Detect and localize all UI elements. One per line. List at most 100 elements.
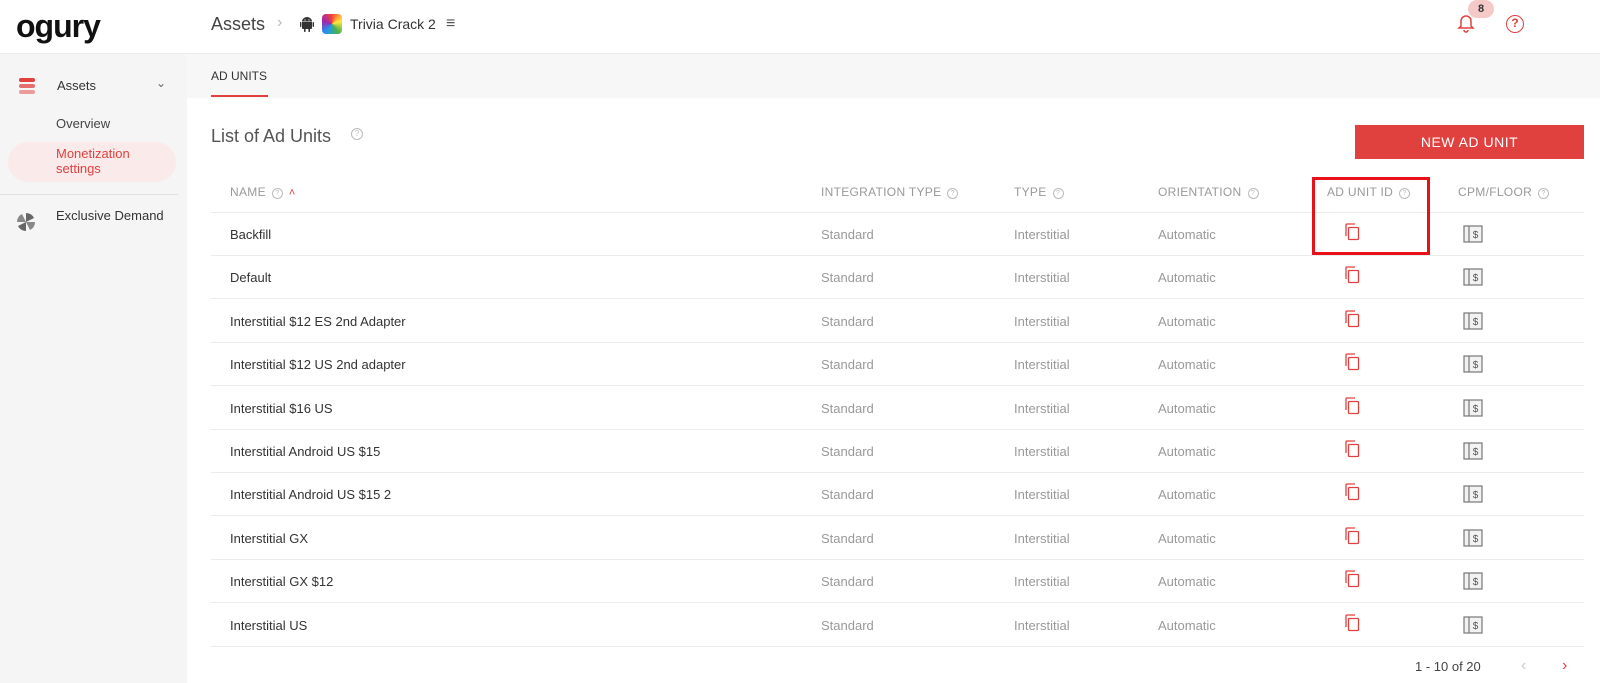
cell-name[interactable]: Interstitial Android US $15 (230, 444, 380, 459)
svg-text:$: $ (1473, 577, 1479, 588)
copy-icon[interactable] (1344, 396, 1360, 415)
cell-name[interactable]: Interstitial $12 US 2nd adapter (230, 357, 406, 372)
copy-icon[interactable] (1344, 266, 1360, 284)
column-header-label: CPM/FLOOR (1458, 185, 1533, 199)
dollar-bill-icon[interactable]: $ (1463, 615, 1483, 634)
help-icon[interactable]: ? (271, 188, 283, 199)
cell-integration-type: Standard (821, 313, 874, 329)
cell-integration-type: Standard (821, 357, 874, 373)
dollar-bill-icon[interactable]: $ (1463, 572, 1483, 590)
cell-integration-type: Standard (821, 530, 874, 546)
svg-text:$: $ (1473, 317, 1479, 328)
cell-type: Interstitial (1014, 487, 1070, 503)
cell-integration-type: Standard (821, 400, 874, 416)
column-header-label: INTEGRATION TYPE (821, 185, 942, 199)
cell-name[interactable]: Default (230, 270, 271, 285)
breadcrumb-app-name[interactable]: Trivia Crack 2 (350, 16, 436, 32)
exclusive-demand-icon (17, 213, 35, 231)
sort-asc-icon[interactable]: ˄ (289, 187, 296, 199)
tab-active-underline (211, 95, 268, 97)
table-row[interactable]: Interstitial US Standard Interstitial Autom… (211, 604, 1584, 647)
sidebar-item-exclusive-demand[interactable]: Exclusive Demand (56, 208, 166, 223)
cell-orientation: Automatic (1158, 400, 1216, 416)
cell-type: Interstitial (1014, 617, 1070, 633)
table-row[interactable]: Interstitial $16 US Standard Interstitial A… (211, 387, 1584, 430)
cell-orientation: Automatic (1158, 617, 1216, 633)
sidebar-divider (0, 194, 178, 195)
cell-name[interactable]: Interstitial US (230, 618, 307, 633)
dollar-bill-icon[interactable]: $ (1463, 268, 1483, 286)
pagination-next-button[interactable]: › (1562, 657, 1567, 675)
cell-type: Interstitial (1014, 400, 1070, 416)
cell-type: Interstitial (1014, 227, 1070, 242)
notification-badge[interactable]: 8 (1468, 0, 1494, 18)
table-row[interactable]: Interstitial Android US $15 Standard Inter… (211, 430, 1584, 473)
table-row[interactable]: Interstitial $12 ES 2nd Adapter Standard I… (211, 300, 1584, 343)
column-header-label: ORIENTATION (1158, 185, 1242, 199)
dollar-bill-icon[interactable]: $ (1463, 529, 1483, 547)
tabs-bar (187, 54, 1600, 98)
cell-type: Interstitial (1014, 444, 1070, 459)
cell-integration-type: Standard (821, 227, 874, 242)
copy-icon[interactable] (1344, 527, 1360, 545)
title-help-icon[interactable]: ? (351, 128, 363, 140)
svg-text:$: $ (1473, 447, 1479, 458)
help-icon[interactable]: ? (1247, 188, 1259, 199)
cell-name[interactable]: Interstitial $16 US (230, 401, 333, 416)
ad-unit-id-highlight (1312, 177, 1430, 255)
menu-icon[interactable]: ≡ (446, 15, 455, 33)
cell-name[interactable]: Interstitial Android US $15 2 (230, 487, 391, 502)
column-header-orientation: ORIENTATION? (1158, 185, 1259, 199)
sidebar-item-monetization-settings[interactable]: Monetization settings (56, 146, 166, 176)
copy-icon[interactable] (1344, 353, 1360, 371)
column-header-integration-type: INTEGRATION TYPE? (821, 185, 959, 199)
column-header-name[interactable]: NAME? ˄ (230, 185, 296, 199)
sidebar-item-overview[interactable]: Overview (56, 116, 110, 131)
column-header-label: TYPE (1014, 185, 1047, 199)
cell-name[interactable]: Backfill (230, 227, 271, 242)
help-icon[interactable]: ? (1506, 15, 1524, 33)
copy-icon[interactable] (1344, 483, 1360, 501)
breadcrumb-assets[interactable]: Assets (211, 14, 265, 35)
dollar-bill-icon[interactable]: $ (1463, 312, 1483, 330)
cell-name[interactable]: Interstitial GX $12 (230, 574, 333, 589)
cell-integration-type: Standard (821, 574, 874, 590)
table-row[interactable]: Interstitial $12 US 2nd adapter Standard I… (211, 343, 1584, 387)
android-icon (300, 17, 314, 32)
dollar-bill-icon[interactable]: $ (1463, 225, 1483, 243)
cell-name[interactable]: Interstitial GX (230, 531, 308, 546)
pagination-prev-button[interactable]: ‹ (1521, 657, 1526, 675)
new-ad-unit-button[interactable]: NEW AD UNIT (1355, 125, 1584, 159)
help-icon[interactable]: ? (1538, 188, 1550, 199)
table-row[interactable]: Interstitial Android US $15 2 Standard Int… (211, 473, 1584, 517)
tab-ad-units[interactable]: AD UNITS (211, 69, 267, 83)
dollar-bill-icon[interactable]: $ (1463, 398, 1483, 417)
cell-type: Interstitial (1014, 530, 1070, 546)
cell-type: Interstitial (1014, 574, 1070, 590)
table-row[interactable]: Interstitial GX $12 Standard Interstitial A… (211, 560, 1584, 604)
copy-icon[interactable] (1344, 440, 1360, 458)
cell-name[interactable]: Interstitial $12 ES 2nd Adapter (230, 314, 406, 329)
sidebar-item-assets[interactable]: Assets (57, 78, 96, 93)
copy-icon[interactable] (1344, 310, 1360, 328)
copy-icon[interactable] (1344, 570, 1360, 588)
dollar-bill-icon[interactable]: $ (1463, 355, 1483, 373)
table-row[interactable]: Default Standard Interstitial Automatic $ (211, 256, 1584, 300)
chevron-down-icon[interactable]: ⌄ (156, 76, 166, 90)
copy-icon[interactable] (1344, 613, 1360, 632)
help-icon[interactable]: ? (947, 188, 959, 199)
help-icon[interactable]: ? (1052, 188, 1064, 199)
column-header-cpm-floor: CPM/FLOOR? (1458, 185, 1550, 199)
cell-orientation: Automatic (1158, 313, 1216, 329)
dollar-bill-icon[interactable]: $ (1463, 485, 1483, 503)
dollar-bill-icon[interactable]: $ (1463, 442, 1483, 460)
cell-integration-type: Standard (821, 617, 874, 633)
cell-integration-type: Standard (821, 270, 874, 286)
svg-text:$: $ (1473, 273, 1479, 284)
assets-icon (19, 78, 35, 94)
page-title: List of Ad Units (211, 126, 332, 146)
ogury-logo[interactable]: ogury (16, 8, 101, 45)
svg-text:$: $ (1473, 490, 1479, 501)
table-row[interactable]: Interstitial GX Standard Interstitial Autom… (211, 517, 1584, 560)
cell-integration-type: Standard (821, 444, 874, 459)
